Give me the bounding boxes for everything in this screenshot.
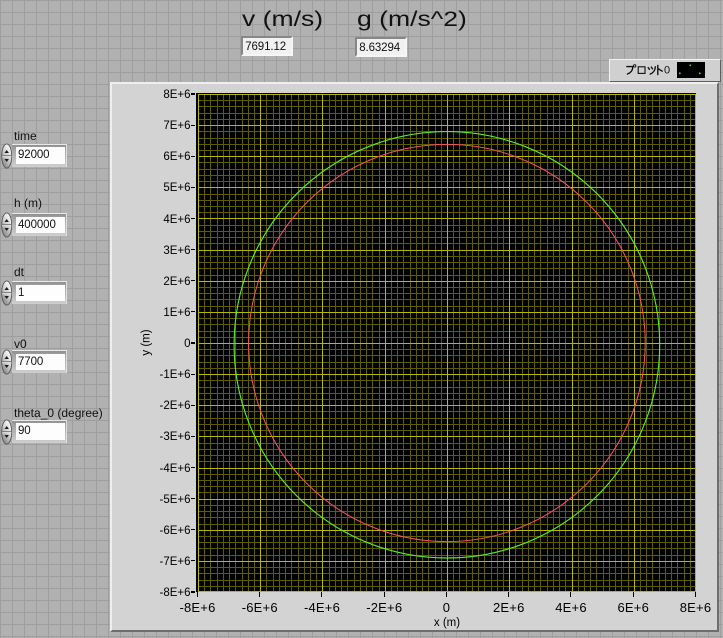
svg-text:0: 0	[664, 65, 670, 77]
